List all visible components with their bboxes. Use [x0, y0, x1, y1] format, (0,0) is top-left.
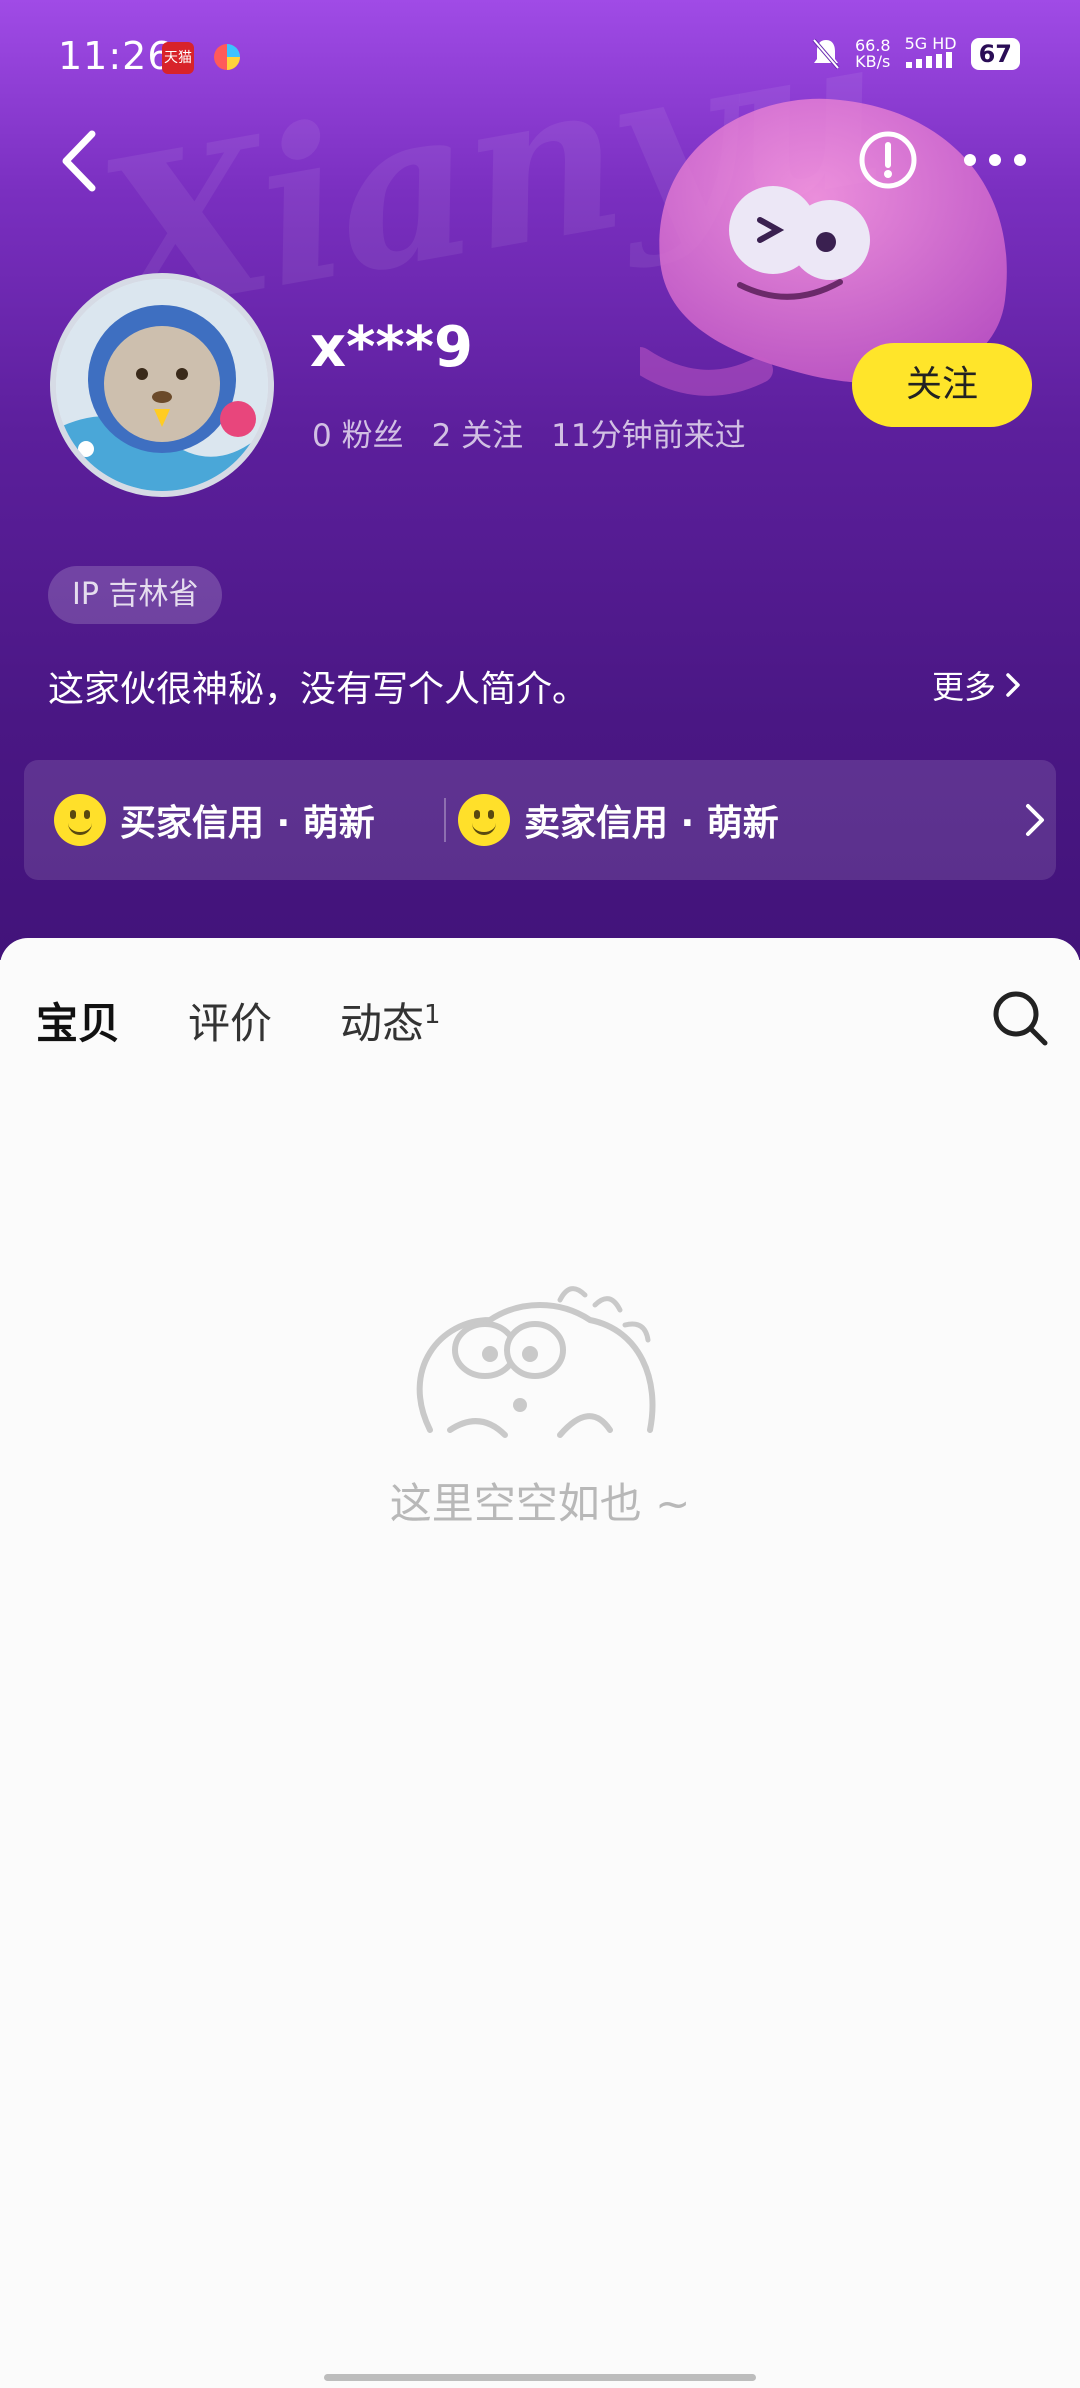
profile-header: Xianyu 11:26 天猫 66.8 KB/s 5G HD 67 x***9…	[0, 0, 1080, 960]
report-icon[interactable]	[858, 130, 918, 190]
fans-count[interactable]: 0 粉丝	[312, 410, 404, 455]
seller-credit[interactable]: 卖家信用 · 萌新	[458, 760, 779, 880]
smiley-icon	[54, 794, 106, 846]
chevron-right-icon	[1006, 673, 1020, 697]
back-icon[interactable]	[52, 126, 112, 196]
following-count[interactable]: 2 关注	[432, 410, 524, 455]
search-icon[interactable]	[990, 988, 1050, 1048]
signal-bars-icon	[905, 52, 952, 68]
empty-state-illustration	[416, 1286, 656, 1438]
credit-divider	[444, 798, 446, 842]
tab-reviews-label: 评价	[188, 999, 273, 1048]
more-label: 更多	[931, 668, 996, 706]
ip-location-badge: IP 吉林省	[48, 566, 223, 624]
bio-more-link[interactable]: 更多	[932, 662, 1022, 708]
net-speed-unit: KB/s	[855, 51, 891, 71]
home-indicator[interactable]	[324, 2374, 756, 2381]
tab-items-label: 宝贝	[36, 999, 121, 1048]
tab-items[interactable]: 宝贝	[36, 990, 121, 1055]
mute-bell-icon	[812, 38, 840, 69]
profile-stats: 0 粉丝 2 关注 11分钟前来过	[312, 410, 746, 455]
seller-credit-label: 卖家信用 · 萌新	[524, 803, 779, 844]
app-notification-icon	[214, 44, 240, 70]
buyer-credit[interactable]: 买家信用 · 萌新	[54, 760, 375, 880]
tab-moments-label: 动态	[340, 999, 425, 1048]
buyer-credit-label: 买家信用 · 萌新	[120, 803, 375, 844]
tmall-app-icon: 天猫	[162, 42, 194, 74]
avatar[interactable]	[50, 273, 274, 497]
signal-indicator: 5G HD	[905, 36, 957, 71]
status-time: 11:26	[58, 34, 173, 78]
tab-moments[interactable]: 动态1	[340, 990, 441, 1051]
smiley-icon	[458, 794, 510, 846]
net-speed: 66.8 KB/s	[855, 37, 891, 71]
avatar-image	[56, 279, 268, 491]
status-bar: 11:26 天猫 66.8 KB/s 5G HD 67	[0, 0, 1080, 120]
tab-bar: 宝贝 评价 动态1	[36, 990, 509, 1055]
username: x***9	[310, 315, 473, 380]
follow-button[interactable]: 关注	[852, 343, 1032, 427]
signal-label: 5G HD	[904, 34, 957, 53]
last-seen: 11分钟前来过	[551, 418, 746, 454]
tab-moments-badge: 1	[424, 1000, 441, 1030]
battery-level: 67	[970, 37, 1020, 70]
profile-bio: 这家伙很神秘，没有写个人简介。	[48, 669, 589, 710]
tab-reviews[interactable]: 评价	[188, 990, 272, 1051]
credit-card[interactable]: 买家信用 · 萌新 卖家信用 · 萌新	[24, 760, 1056, 880]
empty-state-text: 这里空空如也 ~	[389, 1479, 691, 1528]
status-right-cluster: 66.8 KB/s 5G HD 67	[811, 36, 1020, 71]
content-sheet: 宝贝 评价 动态1	[0, 938, 1080, 2388]
more-icon[interactable]	[962, 140, 1028, 180]
chevron-right-icon[interactable]	[1022, 800, 1048, 840]
